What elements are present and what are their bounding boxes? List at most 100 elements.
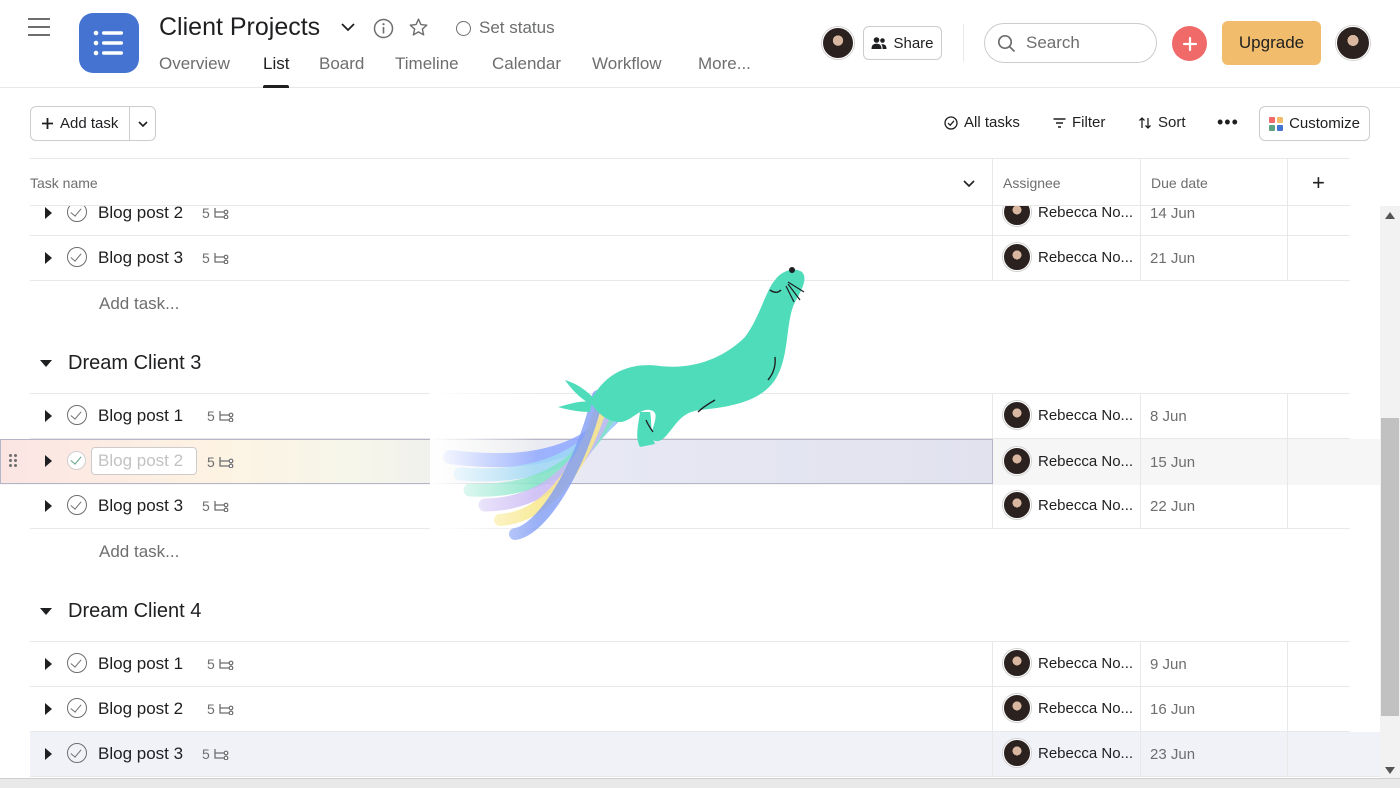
chevron-down-icon[interactable] <box>339 18 357 36</box>
tab-list[interactable]: List <box>263 54 290 88</box>
expand-caret-icon[interactable] <box>45 748 52 760</box>
subtask-count[interactable]: 5 <box>207 701 234 717</box>
info-icon[interactable] <box>373 18 394 39</box>
complete-check-icon[interactable] <box>67 451 86 470</box>
table-row[interactable]: Blog post 2 5 Rebecca No... 14 Jun <box>30 206 1350 236</box>
section-header[interactable]: Dream Client 3 <box>40 352 201 375</box>
task-name[interactable]: Blog post 3 <box>98 496 183 516</box>
scroll-up-arrow-icon[interactable] <box>1385 212 1395 219</box>
assignee-cell[interactable]: Rebecca No... <box>1003 243 1133 271</box>
tab-board[interactable]: Board <box>319 54 364 88</box>
upgrade-button[interactable]: Upgrade <box>1222 21 1321 65</box>
complete-check-icon[interactable] <box>67 405 87 425</box>
drag-handle-icon[interactable] <box>9 454 19 468</box>
add-task-link[interactable]: Add task... <box>99 542 179 562</box>
due-date[interactable]: 21 Jun <box>1150 250 1195 267</box>
table-row[interactable]: Blog post 1 5 Rebecca No... 8 Jun <box>30 394 1350 439</box>
column-assignee[interactable]: Assignee <box>1003 159 1061 206</box>
add-column-button[interactable]: + <box>1312 159 1325 206</box>
expand-caret-icon[interactable] <box>45 410 52 422</box>
assignee-cell[interactable]: Rebecca No... <box>1003 739 1133 767</box>
assignee-cell[interactable]: Rebecca No... <box>1003 649 1133 677</box>
user-avatar[interactable] <box>1336 26 1370 60</box>
scroll-thumb[interactable] <box>1381 418 1399 716</box>
member-avatar[interactable] <box>822 27 854 59</box>
table-row[interactable]: Blog post 3 5 Rebecca No... 23 Jun <box>30 732 1380 777</box>
share-button[interactable]: Share <box>863 26 942 60</box>
more-options-icon[interactable]: ••• <box>1217 113 1239 131</box>
expand-caret-icon[interactable] <box>45 252 52 264</box>
subtask-count[interactable]: 5 <box>202 250 229 266</box>
subtask-count[interactable]: 5 <box>207 454 234 470</box>
task-name[interactable]: Blog post 2 <box>98 206 183 223</box>
table-row[interactable]: Blog post 3 5 Rebecca No... 21 Jun <box>30 236 1350 281</box>
subtask-count[interactable]: 5 <box>207 408 234 424</box>
expand-caret-icon[interactable] <box>45 500 52 512</box>
section-name[interactable]: Dream Client 4 <box>68 600 201 623</box>
table-row[interactable]: Blog post 1 5 Rebecca No... 9 Jun <box>30 642 1350 687</box>
task-name[interactable]: Blog post 3 <box>98 744 183 764</box>
due-date[interactable]: 23 Jun <box>1150 746 1195 763</box>
subtask-count[interactable]: 5 <box>202 746 229 762</box>
assignee-cell[interactable]: Rebecca No... <box>1003 694 1133 722</box>
tab-calendar[interactable]: Calendar <box>492 54 561 88</box>
column-task-name[interactable]: Task name <box>30 159 98 206</box>
complete-check-icon[interactable] <box>67 653 87 673</box>
due-date[interactable]: 22 Jun <box>1150 498 1195 515</box>
tab-more[interactable]: More... <box>698 54 751 88</box>
add-task-link[interactable]: Add task... <box>99 294 179 314</box>
column-due-date[interactable]: Due date <box>1151 159 1208 206</box>
quick-add-button[interactable] <box>1172 26 1207 61</box>
tab-workflow[interactable]: Workflow <box>592 54 662 88</box>
section-header[interactable]: Dream Client 4 <box>40 600 201 623</box>
set-status-button[interactable]: Set status <box>456 18 555 38</box>
search-input[interactable] <box>1026 33 1136 53</box>
subtask-count[interactable]: 5 <box>202 206 229 221</box>
due-date[interactable]: 15 Jun <box>1150 454 1195 471</box>
due-date[interactable]: 16 Jun <box>1150 701 1195 718</box>
hamburger-menu-icon[interactable] <box>28 18 50 36</box>
expand-caret-icon[interactable] <box>45 207 52 219</box>
vertical-scrollbar[interactable] <box>1380 206 1400 778</box>
table-row[interactable]: Blog post 3 5 Rebecca No... 22 Jun <box>30 484 1350 529</box>
tab-overview[interactable]: Overview <box>159 54 230 88</box>
sort-button[interactable]: Sort <box>1138 114 1186 131</box>
complete-check-icon[interactable] <box>67 743 87 763</box>
due-date[interactable]: 14 Jun <box>1150 206 1195 222</box>
collapse-triangle-icon[interactable] <box>40 360 52 367</box>
table-row[interactable]: Blog post 2 5 Rebecca No... 16 Jun <box>30 687 1350 732</box>
expand-caret-icon[interactable] <box>45 455 52 467</box>
project-title[interactable]: Client Projects <box>159 13 320 42</box>
assignee-cell[interactable]: Rebecca No... <box>1003 401 1133 429</box>
customize-button[interactable]: Customize <box>1259 106 1370 141</box>
task-name[interactable]: Blog post 2 <box>98 699 183 719</box>
complete-check-icon[interactable] <box>67 247 87 267</box>
complete-check-icon[interactable] <box>67 698 87 718</box>
subtask-count[interactable]: 5 <box>207 656 234 672</box>
add-task-button[interactable]: Add task <box>31 107 130 140</box>
filter-button[interactable]: Filter <box>1053 114 1105 131</box>
task-name[interactable]: Blog post 1 <box>98 406 183 426</box>
search-box[interactable] <box>984 23 1157 63</box>
dragging-task-row[interactable]: Blog post 2 5 Rebecca No... 15 Jun <box>0 439 1380 485</box>
section-name[interactable]: Dream Client 3 <box>68 352 201 375</box>
expand-caret-icon[interactable] <box>45 658 52 670</box>
complete-check-icon[interactable] <box>67 206 87 222</box>
complete-check-icon[interactable] <box>67 495 87 515</box>
due-date[interactable]: 8 Jun <box>1150 408 1187 425</box>
task-name[interactable]: Blog post 3 <box>98 248 183 268</box>
due-date[interactable]: 9 Jun <box>1150 656 1187 673</box>
task-name-edit[interactable]: Blog post 2 <box>91 447 197 475</box>
chevron-down-icon[interactable] <box>962 176 976 190</box>
assignee-cell[interactable]: Rebecca No... <box>1003 447 1133 475</box>
expand-caret-icon[interactable] <box>45 703 52 715</box>
scroll-down-arrow-icon[interactable] <box>1385 767 1395 774</box>
add-task-dropdown[interactable] <box>130 118 155 130</box>
assignee-cell[interactable]: Rebecca No... <box>1003 206 1133 226</box>
task-name[interactable]: Blog post 1 <box>98 654 183 674</box>
collapse-triangle-icon[interactable] <box>40 608 52 615</box>
assignee-cell[interactable]: Rebecca No... <box>1003 491 1133 519</box>
all-tasks-button[interactable]: All tasks <box>944 114 1020 131</box>
star-icon[interactable] <box>408 17 429 38</box>
tab-timeline[interactable]: Timeline <box>395 54 459 88</box>
